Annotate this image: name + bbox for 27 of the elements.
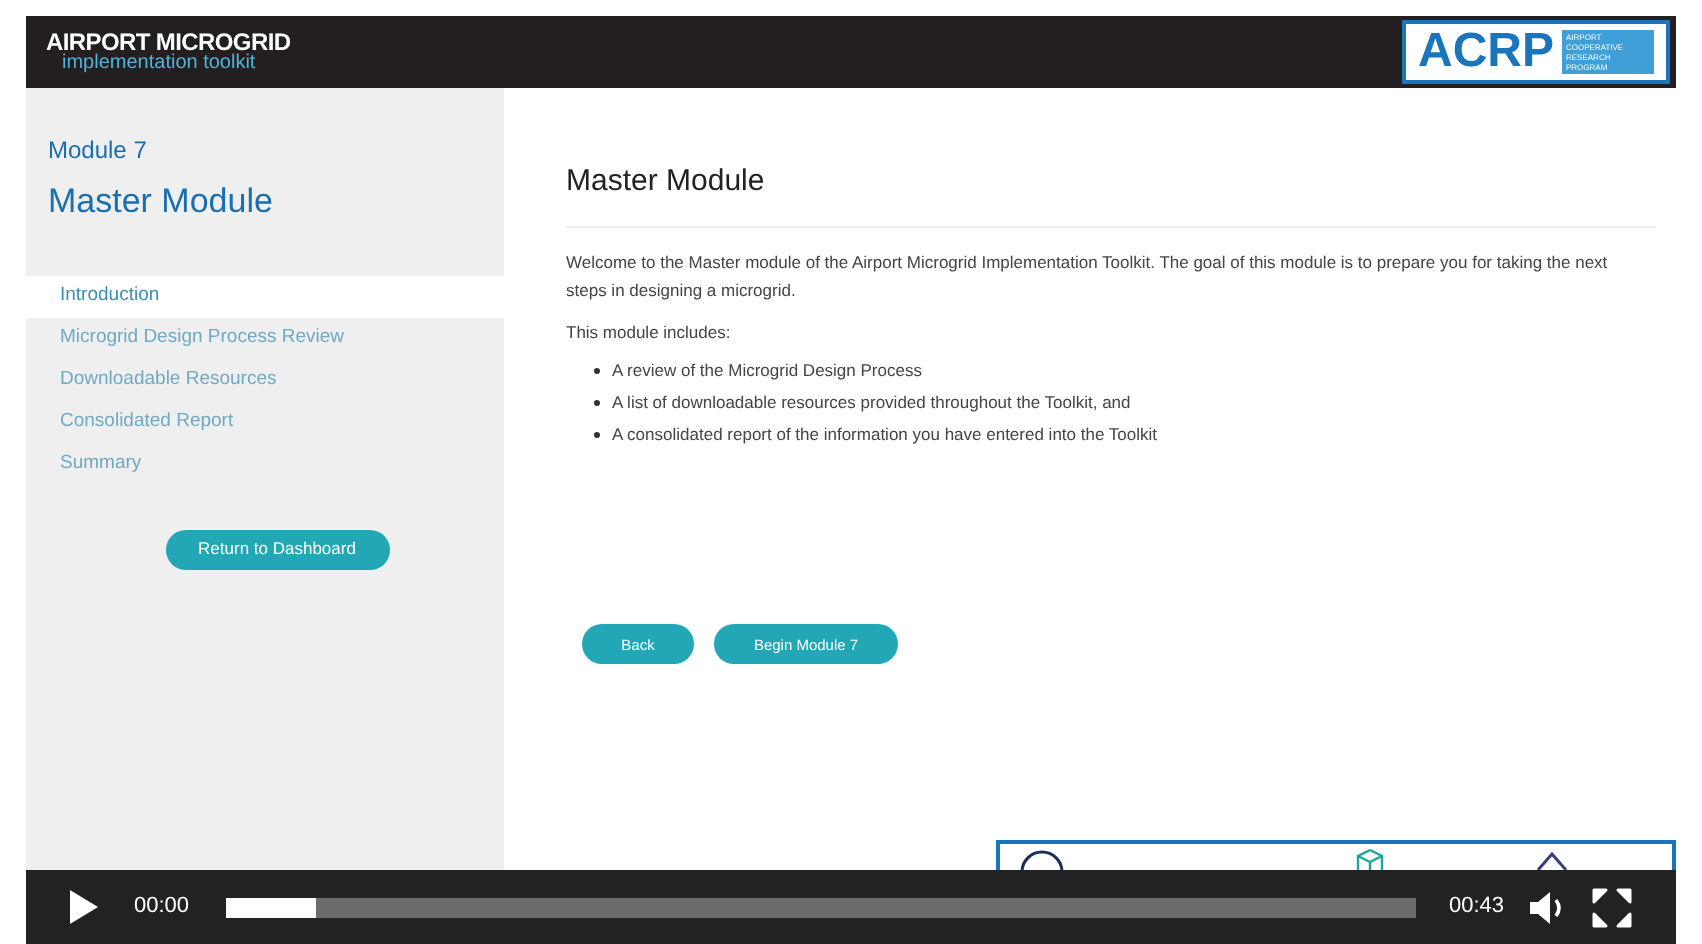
bullet-text: A list of downloadable resources provided throughout the Toolkit, and xyxy=(612,390,1131,417)
play-icon[interactable] xyxy=(70,890,98,924)
cube-icon xyxy=(1356,848,1384,870)
fullscreen-icon[interactable] xyxy=(1592,887,1632,927)
sidebar-item[interactable]: Summary xyxy=(26,443,504,485)
bullet-text: A review of the Microgrid Design Process xyxy=(612,358,922,385)
bullet-icon xyxy=(594,367,600,374)
bullet-icon xyxy=(594,431,600,438)
app-subtitle: implementation toolkit xyxy=(60,54,258,74)
bullet-icon xyxy=(594,399,600,406)
house-icon xyxy=(1536,850,1568,870)
page-heading: Master Module xyxy=(566,160,1656,227)
app-title: AIRPORT MICROGRID xyxy=(46,30,291,54)
module-number: Module 7 xyxy=(46,134,149,168)
sidebar-item[interactable]: Downloadable Resources xyxy=(26,359,504,401)
sidebar-item[interactable]: Consolidated Report xyxy=(26,401,504,443)
progress-track[interactable] xyxy=(225,897,1417,917)
sidebar-item[interactable]: Microgrid Design Process Review xyxy=(26,317,504,359)
module-title: Master Module xyxy=(46,180,275,224)
includes-label: This module includes: xyxy=(566,319,733,345)
duration-time: 00:43 xyxy=(1448,892,1504,923)
current-time: 00:00 xyxy=(134,892,190,923)
sidebar-item[interactable]: Introduction xyxy=(26,275,504,317)
logo-text: ACRP xyxy=(1417,28,1554,76)
bullet-text: A consolidated report of the information you have entered into the Toolkit xyxy=(612,422,1157,449)
return-to-dashboard-button[interactable]: Return to Dashboard xyxy=(165,529,389,569)
intro-paragraph: Welcome to the Master module of the Airport Microgrid Implementation Toolkit. The goal of this module is to prepare you for taking the next steps in designing a microgrid. xyxy=(566,249,1610,303)
